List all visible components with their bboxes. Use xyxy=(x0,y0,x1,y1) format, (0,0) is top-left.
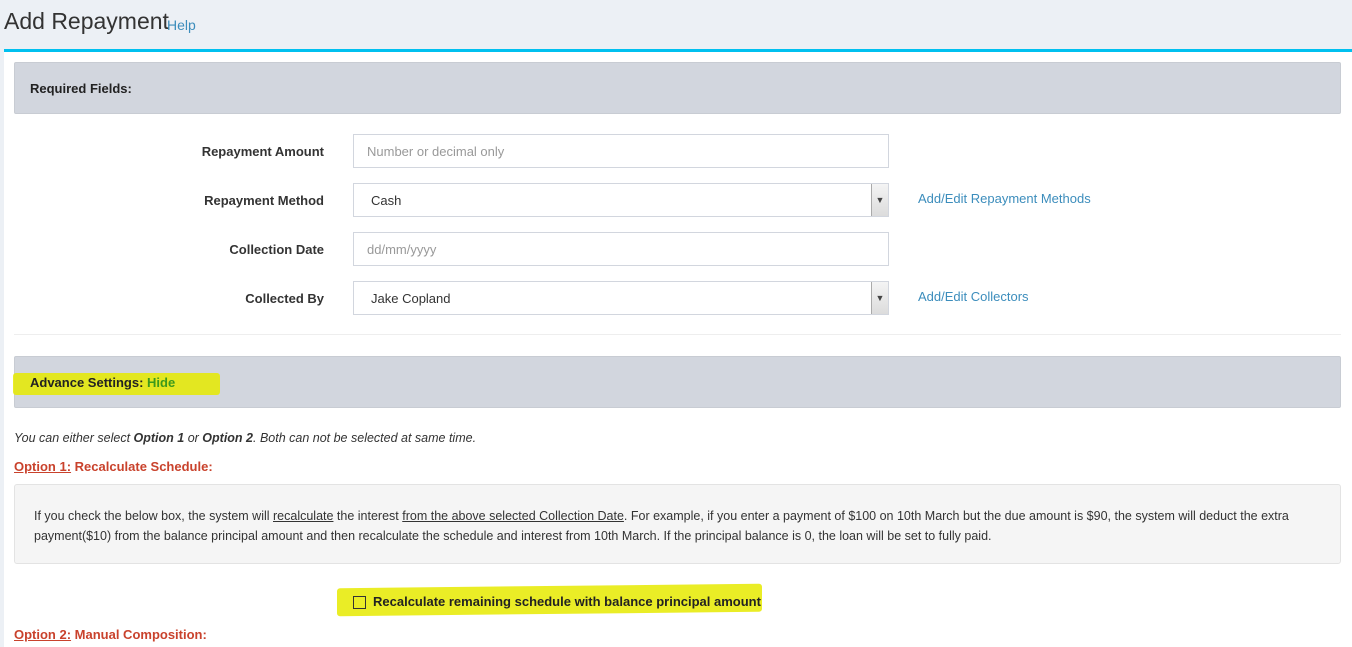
collected-by-value: Jake Copland xyxy=(371,291,451,306)
recalculate-checkbox[interactable] xyxy=(353,596,366,609)
chevron-down-icon[interactable]: ▼ xyxy=(871,282,888,314)
option1-label: Option 1: xyxy=(14,459,72,474)
repayment-method-label: Repayment Method xyxy=(204,193,324,208)
options-info-text: You can either select Option 1 or Option… xyxy=(14,431,476,445)
help-link[interactable]: Help xyxy=(167,17,196,33)
desc-collection-date: from the above selected Collection Date xyxy=(402,509,624,523)
required-fields-bar: Required Fields: xyxy=(14,62,1341,114)
edit-repayment-methods-link[interactable]: Add/Edit Repayment Methods xyxy=(918,191,1091,206)
info-prefix: You can either select xyxy=(14,431,134,445)
option2-label: Option 2: xyxy=(14,627,72,642)
info-suffix: . Both can not be selected at same time. xyxy=(253,431,477,445)
advance-settings-label: Advance Settings: xyxy=(30,375,144,390)
collection-date-input[interactable] xyxy=(353,232,889,266)
page-header: Add Repayment Help xyxy=(0,0,1352,50)
recalculate-checkbox-label[interactable]: Recalculate remaining schedule with bala… xyxy=(373,594,761,609)
option1-description: If you check the below box, the system w… xyxy=(14,484,1341,564)
edit-collectors-link[interactable]: Add/Edit Collectors xyxy=(918,289,1029,304)
option2-heading: Option 2: Manual Composition: xyxy=(14,627,207,642)
desc-part1: If you check the below box, the system w… xyxy=(34,509,273,523)
repayment-method-value: Cash xyxy=(371,193,402,208)
option2-title: Manual Composition: xyxy=(71,627,207,642)
info-middle: or xyxy=(184,431,203,445)
hide-toggle-link[interactable]: Hide xyxy=(147,375,175,390)
collected-by-label: Collected By xyxy=(245,291,324,306)
page-title: Add Repayment xyxy=(4,8,169,34)
info-option1: Option 1 xyxy=(133,431,185,445)
option1-title: Recalculate Schedule: xyxy=(71,459,213,474)
required-fields-title: Required Fields: xyxy=(30,81,132,96)
collected-by-select[interactable]: Jake Copland ▼ xyxy=(353,281,889,315)
repayment-amount-input[interactable] xyxy=(353,134,889,168)
repayment-method-select[interactable]: Cash ▼ xyxy=(353,183,889,217)
option1-heading: Option 1: Recalculate Schedule: xyxy=(14,459,213,474)
advance-settings-title: Advance Settings: Hide xyxy=(30,375,175,390)
desc-recalculate: recalculate xyxy=(273,509,334,523)
repayment-amount-label: Repayment Amount xyxy=(201,144,324,159)
collection-date-label: Collection Date xyxy=(229,242,324,257)
divider xyxy=(14,334,1341,335)
desc-part2: the interest xyxy=(333,509,403,523)
info-option2: Option 2 xyxy=(202,431,253,445)
chevron-down-icon[interactable]: ▼ xyxy=(871,184,888,216)
